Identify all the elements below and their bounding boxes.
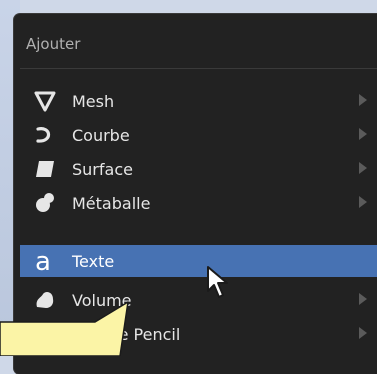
submenu-arrow-icon [359,94,367,106]
menu-item-label: Texte [72,251,115,271]
menu-item-label: Mesh [72,91,115,111]
menu-item-label: Courbe [72,125,130,145]
menu-item-texte[interactable]: a Texte [20,245,377,277]
menu-item-courbe[interactable]: Courbe [20,118,377,152]
mesh-icon [26,84,64,118]
curve-icon [26,118,64,152]
submenu-arrow-icon [359,162,367,174]
menu-separator [20,68,377,69]
submenu-arrow-icon [359,128,367,140]
metaball-icon [26,186,64,220]
text-icon: a [26,244,64,278]
menu-item-label: Métaballe [72,193,151,213]
menu-item-metaballe[interactable]: Métaballe [20,186,377,220]
menu-item-label: Surface [72,159,133,179]
svg-text:a: a [35,248,51,274]
menu-item-mesh[interactable]: Mesh [20,84,377,118]
callout-bubble [0,301,129,356]
submenu-arrow-icon [359,196,367,208]
menu-title: Ajouter [26,35,81,53]
menu-item-surface[interactable]: Surface [20,152,377,186]
surface-icon [26,152,64,186]
